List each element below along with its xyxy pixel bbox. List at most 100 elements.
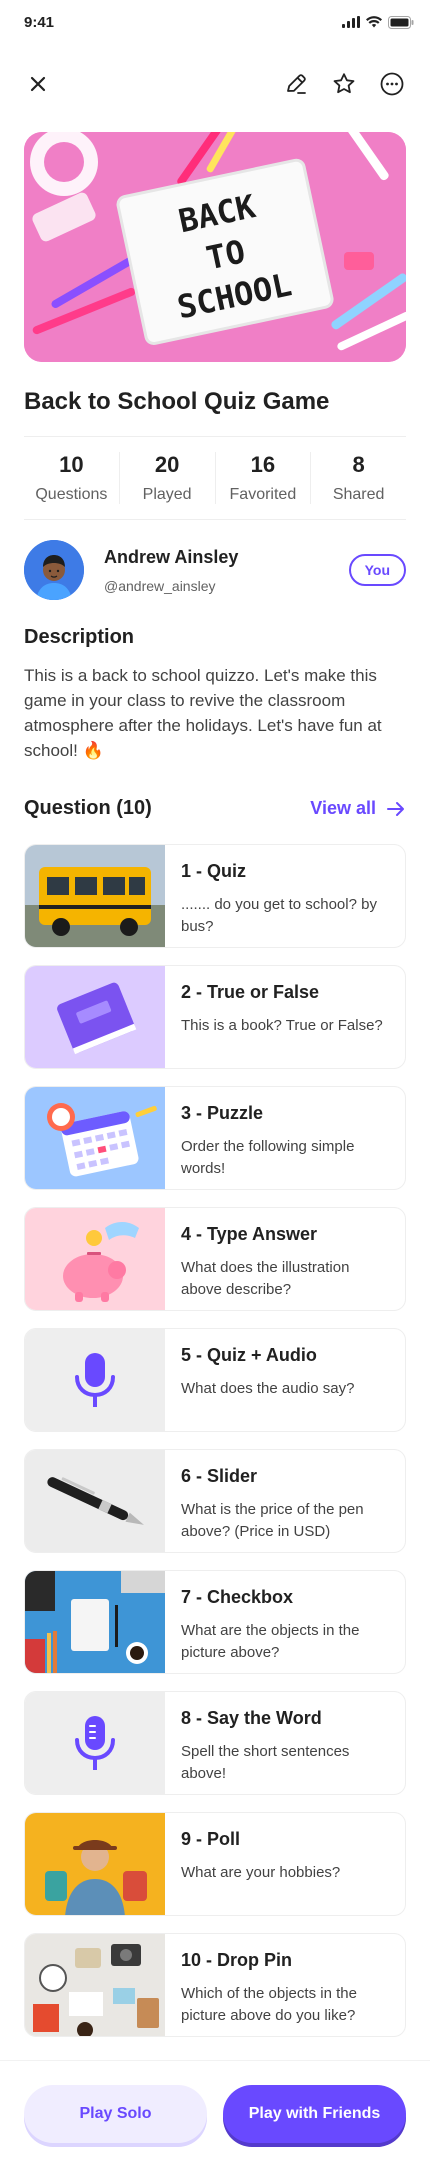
question-list: 1 - Quiz ....... do you get to school? b… [24,844,406,2037]
question-text: 1 - Quiz ....... do you get to school? b… [165,845,405,947]
stat-played: 20 Played [120,452,216,504]
signal-icon [342,16,360,28]
view-all-link[interactable]: View all [310,798,406,819]
cover-illustration: BACK TO SCHOOL [24,132,406,362]
stat-value: 16 [250,452,276,477]
stat-value: 8 [352,452,365,477]
star-icon [333,73,355,94]
bottom-action-bar: Play Solo Play with Friends [0,2060,430,2180]
question-text: 9 - Poll What are your hobbies? [165,1813,356,1915]
question-text: 4 - Type Answer What does the illustrati… [165,1208,405,1310]
traveler-thumbnail [25,1813,165,1915]
status-bar: 9:41 [0,0,430,44]
more-options-icon [380,72,404,96]
question-desc: Spell the short sentences above! [181,1743,350,1782]
author-row[interactable]: Andrew Ainsley @andrew_ainsley You [24,540,406,600]
you-badge: You [348,554,406,586]
question-card[interactable]: 6 - Slider What is the price of the pen … [24,1449,406,1553]
question-title: 7 - Checkbox [181,1587,294,1607]
quiz-cover-image: BACK TO SCHOOL [24,132,406,362]
question-desc: What are your hobbies? [181,1864,341,1881]
question-text: 10 - Drop Pin Which of the objects in th… [165,1934,405,2036]
voice-microphone-thumbnail [25,1692,165,1794]
question-card[interactable]: 5 - Quiz + Audio What does the audio say… [24,1328,406,1432]
pen-thumbnail [25,1450,165,1552]
arrow-right-icon [387,801,404,816]
question-desc: What does the illustration above describ… [181,1259,350,1298]
top-bar [0,44,430,124]
avatar-illustration [24,540,84,600]
stat-favorited: 16 Favorited [216,452,312,504]
author-info: Andrew Ainsley @andrew_ainsley [104,547,349,594]
question-title: 3 - Puzzle [181,1103,264,1123]
question-desc: ....... do you get to school? by bus? [181,896,377,935]
question-title: 6 - Slider [181,1466,258,1486]
piggy-bank-thumbnail [25,1208,165,1310]
topbar-actions [282,70,406,98]
play-solo-button[interactable]: Play Solo [24,2085,207,2143]
author-handle: @andrew_ainsley [104,577,216,594]
question-card[interactable]: 8 - Say the Word Spell the short sentenc… [24,1691,406,1795]
question-desc: What are the objects in the picture abov… [181,1622,360,1661]
question-card[interactable]: 7 - Checkbox What are the objects in the… [24,1570,406,1674]
school-bus-thumbnail [25,845,165,947]
play-with-friends-button[interactable]: Play with Friends [223,2085,406,2143]
questions-title: Question (10) [24,797,152,819]
stat-value: 20 [154,452,180,477]
close-button[interactable] [24,70,52,98]
question-text: 2 - True or False This is a book? True o… [165,966,399,1068]
stat-questions: 10 Questions [24,452,120,504]
question-title: 5 - Quiz + Audio [181,1345,317,1365]
more-button[interactable] [378,70,406,98]
status-icons [342,15,414,29]
favorite-button[interactable] [330,70,358,98]
question-title: 10 - Drop Pin [181,1950,293,1970]
question-card[interactable]: 3 - Puzzle Order the following simple wo… [24,1086,406,1190]
stat-label: Played [142,486,192,503]
quiz-title: Back to School Quiz Game [24,388,330,415]
question-title: 1 - Quiz [181,861,247,881]
stat-shared: 8 Shared [311,452,406,504]
question-desc: This is a book? True or False? [181,1017,383,1034]
question-card[interactable]: 4 - Type Answer What does the illustrati… [24,1207,406,1311]
description-heading: Description [24,626,135,648]
edit-button[interactable] [282,70,310,98]
microphone-thumbnail [25,1329,165,1431]
question-card[interactable]: 9 - Poll What are your hobbies? [24,1812,406,1916]
question-card[interactable]: 2 - True or False This is a book? True o… [24,965,406,1069]
status-time: 9:41 [24,13,55,31]
calendar-thumbnail [25,1087,165,1189]
wifi-icon [366,16,382,28]
question-title: 9 - Poll [181,1829,241,1849]
book-thumbnail [25,966,165,1068]
description-text: This is a back to school quizzo. Let's m… [24,666,382,760]
question-title: 8 - Say the Word [181,1708,322,1728]
desk-objects-thumbnail [25,1571,165,1673]
question-text: 3 - Puzzle Order the following simple wo… [165,1087,405,1189]
author-name: Andrew Ainsley [104,546,239,567]
question-text: 5 - Quiz + Audio What does the audio say… [165,1329,370,1431]
question-text: 8 - Say the Word Spell the short sentenc… [165,1692,405,1794]
avatar[interactable] [24,540,84,600]
question-desc: Which of the objects in the picture abov… [181,1985,357,2024]
quiz-stats: 10 Questions 20 Played 16 Favorited 8 Sh… [24,436,406,520]
question-desc: What is the price of the pen above? (Pri… [181,1501,364,1540]
question-text: 6 - Slider What is the price of the pen … [165,1450,405,1552]
question-card[interactable]: 1 - Quiz ....... do you get to school? b… [24,844,406,948]
question-text: 7 - Checkbox What are the objects in the… [165,1571,405,1673]
stat-label: Favorited [229,486,297,503]
questions-header: Question (10) View all [24,797,406,820]
view-all-label: View all [310,798,376,818]
stat-value: 10 [59,452,84,477]
cover-text-line-2: TO [203,232,249,277]
question-desc: What does the audio say? [181,1380,355,1397]
question-title: 4 - Type Answer [181,1224,318,1244]
question-desc: Order the following simple words! [181,1138,355,1177]
flatlay-thumbnail [25,1934,165,2036]
stat-label: Shared [332,486,385,503]
edit-icon [287,74,306,94]
battery-icon [388,15,414,29]
question-card[interactable]: 10 - Drop Pin Which of the objects in th… [24,1933,406,2037]
stat-label: Questions [35,486,108,503]
question-title: 2 - True or False [181,982,320,1002]
